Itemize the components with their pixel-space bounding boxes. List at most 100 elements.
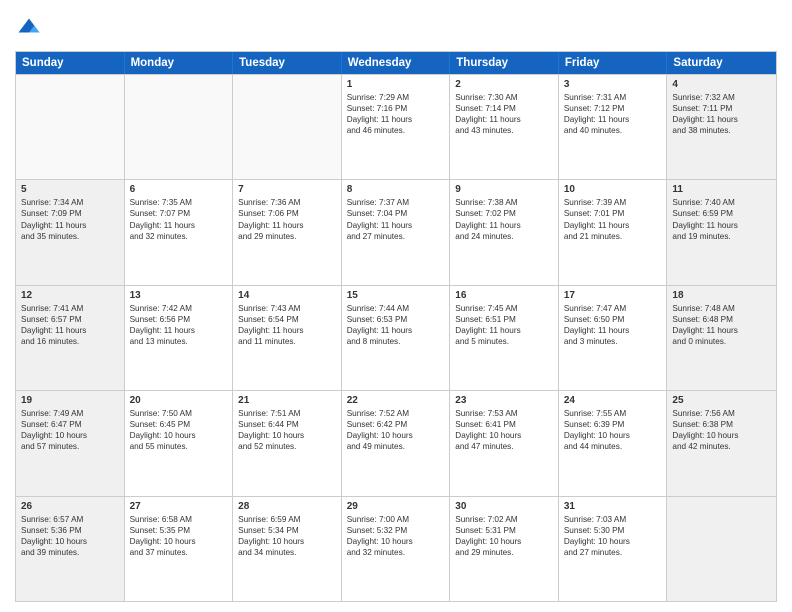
cal-cell-day-26: 26 Sunrise: 6:57 AM Sunset: 5:36 PM Dayli… [16,497,125,601]
cal-cell-day-12: 12Sunrise: 7:41 AM Sunset: 6:57 PM Dayli… [16,286,125,390]
cell-sun-info: Sunrise: 7:32 AM Sunset: 7:11 PM Dayligh… [672,92,771,136]
cal-header-sunday: Sunday [16,52,125,74]
cal-cell-day-25: 25 Sunrise: 7:56 AM Sunset: 6:38 PM Dayli… [667,391,776,495]
calendar-header: SundayMondayTuesdayWednesdayThursdayFrid… [16,52,776,74]
day-number: 3 [564,79,662,90]
cal-header-wednesday: Wednesday [342,52,451,74]
cal-cell-day-7: 7Sunrise: 7:36 AM Sunset: 7:06 PM Daylig… [233,180,342,284]
cal-cell-day-31: 31Sunrise: 7:03 AM Sunset: 5:30 PM Dayli… [559,497,668,601]
cal-cell-empty [233,75,342,179]
cal-week-3: 12Sunrise: 7:41 AM Sunset: 6:57 PM Dayli… [16,285,776,390]
day-number: 4 [672,79,771,90]
cal-cell-day-11: 11Sunrise: 7:40 AM Sunset: 6:59 PM Dayli… [667,180,776,284]
day-number: 11 [672,184,771,195]
cell-sun-info: Sunrise: 7:42 AM Sunset: 6:56 PM Dayligh… [130,303,228,347]
day-number: 29 [347,501,445,512]
cell-sun-info: Sunrise: 7:35 AM Sunset: 7:07 PM Dayligh… [130,197,228,241]
cal-cell-day-28: 28 Sunrise: 6:59 AM Sunset: 5:34 PM Dayli… [233,497,342,601]
day-number: 25 [672,395,771,406]
day-number: 9 [455,184,553,195]
cell-sun-info: Sunrise: 7:50 AM Sunset: 6:45 PM Dayligh… [130,408,228,452]
cell-sun-info: Sunrise: 7:43 AM Sunset: 6:54 PM Dayligh… [238,303,336,347]
day-number: 24 [564,395,662,406]
day-number: 13 [130,290,228,301]
cell-sun-info: Sunrise: 7:36 AM Sunset: 7:06 PM Dayligh… [238,197,336,241]
cal-cell-day-3: 3 Sunrise: 7:31 AM Sunset: 7:12 PM Daylig… [559,75,668,179]
cal-week-1: 1 Sunrise: 7:29 AM Sunset: 7:16 PM Daylig… [16,74,776,179]
cal-cell-empty [125,75,234,179]
day-number: 17 [564,290,662,301]
day-number: 8 [347,184,445,195]
day-number: 26 [21,501,119,512]
cell-sun-info: Sunrise: 7:56 AM Sunset: 6:38 PM Dayligh… [672,408,771,452]
cal-cell-day-27: 27 Sunrise: 6:58 AM Sunset: 5:35 PM Dayli… [125,497,234,601]
cal-cell-day-6: 6Sunrise: 7:35 AM Sunset: 7:07 PM Daylig… [125,180,234,284]
cal-cell-day-30: 30 Sunrise: 7:02 AM Sunset: 5:31 PM Dayli… [450,497,559,601]
cell-sun-info: Sunrise: 6:58 AM Sunset: 5:35 PM Dayligh… [130,514,228,558]
cal-cell-day-17: 17Sunrise: 7:47 AM Sunset: 6:50 PM Dayli… [559,286,668,390]
cell-sun-info: Sunrise: 7:38 AM Sunset: 7:02 PM Dayligh… [455,197,553,241]
cal-cell-day-24: 24 Sunrise: 7:55 AM Sunset: 6:39 PM Dayli… [559,391,668,495]
day-number: 23 [455,395,553,406]
cell-sun-info: Sunrise: 7:44 AM Sunset: 6:53 PM Dayligh… [347,303,445,347]
cell-sun-info: Sunrise: 7:37 AM Sunset: 7:04 PM Dayligh… [347,197,445,241]
day-number: 30 [455,501,553,512]
header [15,15,777,43]
day-number: 31 [564,501,662,512]
cal-cell-day-1: 1 Sunrise: 7:29 AM Sunset: 7:16 PM Daylig… [342,75,451,179]
cell-sun-info: Sunrise: 6:59 AM Sunset: 5:34 PM Dayligh… [238,514,336,558]
cell-sun-info: Sunrise: 7:45 AM Sunset: 6:51 PM Dayligh… [455,303,553,347]
day-number: 2 [455,79,553,90]
cal-header-tuesday: Tuesday [233,52,342,74]
cell-sun-info: Sunrise: 7:30 AM Sunset: 7:14 PM Dayligh… [455,92,553,136]
cal-cell-day-20: 20 Sunrise: 7:50 AM Sunset: 6:45 PM Dayli… [125,391,234,495]
cell-sun-info: Sunrise: 7:02 AM Sunset: 5:31 PM Dayligh… [455,514,553,558]
cal-cell-day-18: 18Sunrise: 7:48 AM Sunset: 6:48 PM Dayli… [667,286,776,390]
cal-header-saturday: Saturday [667,52,776,74]
cal-cell-day-22: 22Sunrise: 7:52 AM Sunset: 6:42 PM Dayli… [342,391,451,495]
logo-icon [15,15,43,43]
cal-cell-day-9: 9 Sunrise: 7:38 AM Sunset: 7:02 PM Daylig… [450,180,559,284]
cal-cell-day-5: 5 Sunrise: 7:34 AM Sunset: 7:09 PM Daylig… [16,180,125,284]
cell-sun-info: Sunrise: 7:29 AM Sunset: 7:16 PM Dayligh… [347,92,445,136]
cal-cell-empty [667,497,776,601]
day-number: 15 [347,290,445,301]
cal-cell-day-2: 2 Sunrise: 7:30 AM Sunset: 7:14 PM Daylig… [450,75,559,179]
day-number: 28 [238,501,336,512]
cell-sun-info: Sunrise: 7:39 AM Sunset: 7:01 PM Dayligh… [564,197,662,241]
day-number: 20 [130,395,228,406]
cell-sun-info: Sunrise: 7:34 AM Sunset: 7:09 PM Dayligh… [21,197,119,241]
cell-sun-info: Sunrise: 7:53 AM Sunset: 6:41 PM Dayligh… [455,408,553,452]
page: SundayMondayTuesdayWednesdayThursdayFrid… [0,0,792,612]
day-number: 16 [455,290,553,301]
cal-cell-day-29: 29 Sunrise: 7:00 AM Sunset: 5:32 PM Dayli… [342,497,451,601]
day-number: 10 [564,184,662,195]
cal-week-5: 26 Sunrise: 6:57 AM Sunset: 5:36 PM Dayli… [16,496,776,601]
cal-cell-day-14: 14Sunrise: 7:43 AM Sunset: 6:54 PM Dayli… [233,286,342,390]
logo [15,15,47,43]
cal-week-2: 5 Sunrise: 7:34 AM Sunset: 7:09 PM Daylig… [16,179,776,284]
cell-sun-info: Sunrise: 6:57 AM Sunset: 5:36 PM Dayligh… [21,514,119,558]
cell-sun-info: Sunrise: 7:49 AM Sunset: 6:47 PM Dayligh… [21,408,119,452]
cal-header-thursday: Thursday [450,52,559,74]
day-number: 1 [347,79,445,90]
cell-sun-info: Sunrise: 7:51 AM Sunset: 6:44 PM Dayligh… [238,408,336,452]
cell-sun-info: Sunrise: 7:31 AM Sunset: 7:12 PM Dayligh… [564,92,662,136]
cal-cell-day-23: 23 Sunrise: 7:53 AM Sunset: 6:41 PM Dayli… [450,391,559,495]
cell-sun-info: Sunrise: 7:00 AM Sunset: 5:32 PM Dayligh… [347,514,445,558]
cal-cell-day-19: 19 Sunrise: 7:49 AM Sunset: 6:47 PM Dayli… [16,391,125,495]
day-number: 22 [347,395,445,406]
day-number: 27 [130,501,228,512]
cell-sun-info: Sunrise: 7:41 AM Sunset: 6:57 PM Dayligh… [21,303,119,347]
cal-cell-day-4: 4 Sunrise: 7:32 AM Sunset: 7:11 PM Daylig… [667,75,776,179]
day-number: 19 [21,395,119,406]
cal-cell-day-13: 13 Sunrise: 7:42 AM Sunset: 6:56 PM Dayli… [125,286,234,390]
cal-week-4: 19 Sunrise: 7:49 AM Sunset: 6:47 PM Dayli… [16,390,776,495]
day-number: 5 [21,184,119,195]
cal-cell-day-8: 8 Sunrise: 7:37 AM Sunset: 7:04 PM Daylig… [342,180,451,284]
cell-sun-info: Sunrise: 7:55 AM Sunset: 6:39 PM Dayligh… [564,408,662,452]
calendar-body: 1 Sunrise: 7:29 AM Sunset: 7:16 PM Daylig… [16,74,776,601]
day-number: 18 [672,290,771,301]
cal-cell-day-10: 10 Sunrise: 7:39 AM Sunset: 7:01 PM Dayli… [559,180,668,284]
day-number: 21 [238,395,336,406]
